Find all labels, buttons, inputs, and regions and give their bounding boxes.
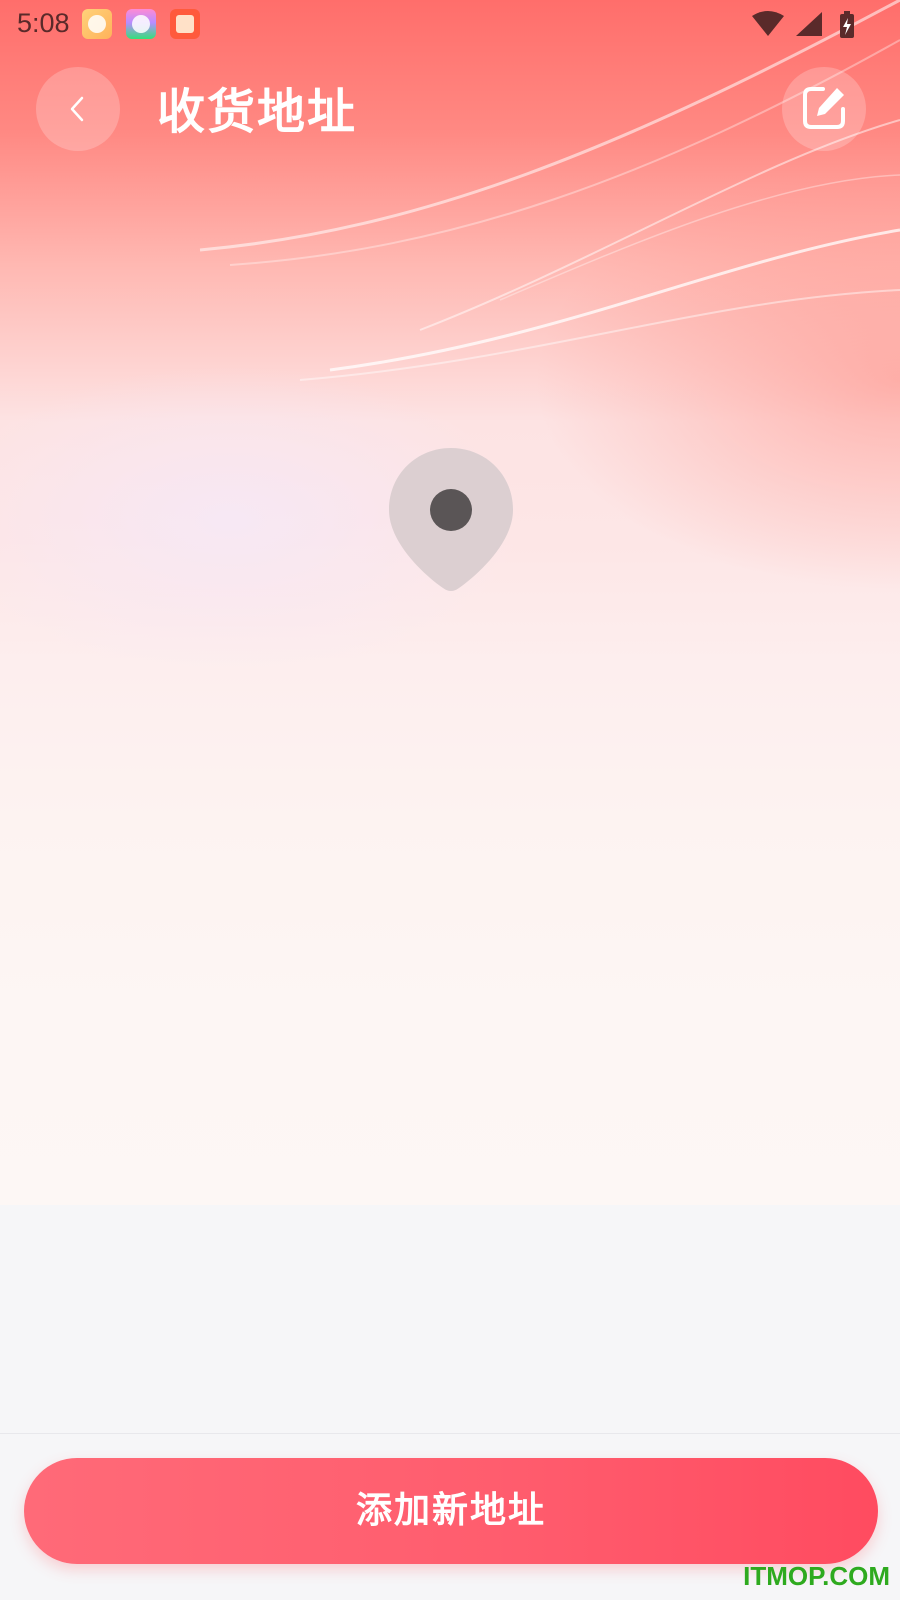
status-bar: 5:08 (0, 0, 900, 50)
address-screen: 5:08 收货地址 添加新地址 ITMOP.COM (0, 0, 900, 1600)
edit-icon (803, 87, 845, 129)
system-status-icons (752, 11, 854, 38)
battery-charging-icon (840, 11, 854, 38)
header-background (0, 0, 900, 1205)
wifi-icon (752, 11, 784, 36)
book-app-icon (170, 9, 200, 39)
status-time: 5:08 (17, 8, 70, 38)
edit-button[interactable] (782, 67, 866, 151)
cat-app-icon (82, 9, 112, 39)
add-address-button[interactable]: 添加新地址 (24, 1458, 878, 1564)
page-title: 收货地址 (157, 84, 358, 140)
location-pin-icon (389, 448, 513, 591)
gallery-app-icon (126, 9, 156, 39)
watermark: ITMOP.COM (743, 1561, 890, 1591)
signal-icon (796, 12, 822, 36)
chevron-left-icon (70, 96, 84, 122)
wave-decoration (199, 0, 900, 381)
back-button[interactable] (36, 67, 120, 151)
